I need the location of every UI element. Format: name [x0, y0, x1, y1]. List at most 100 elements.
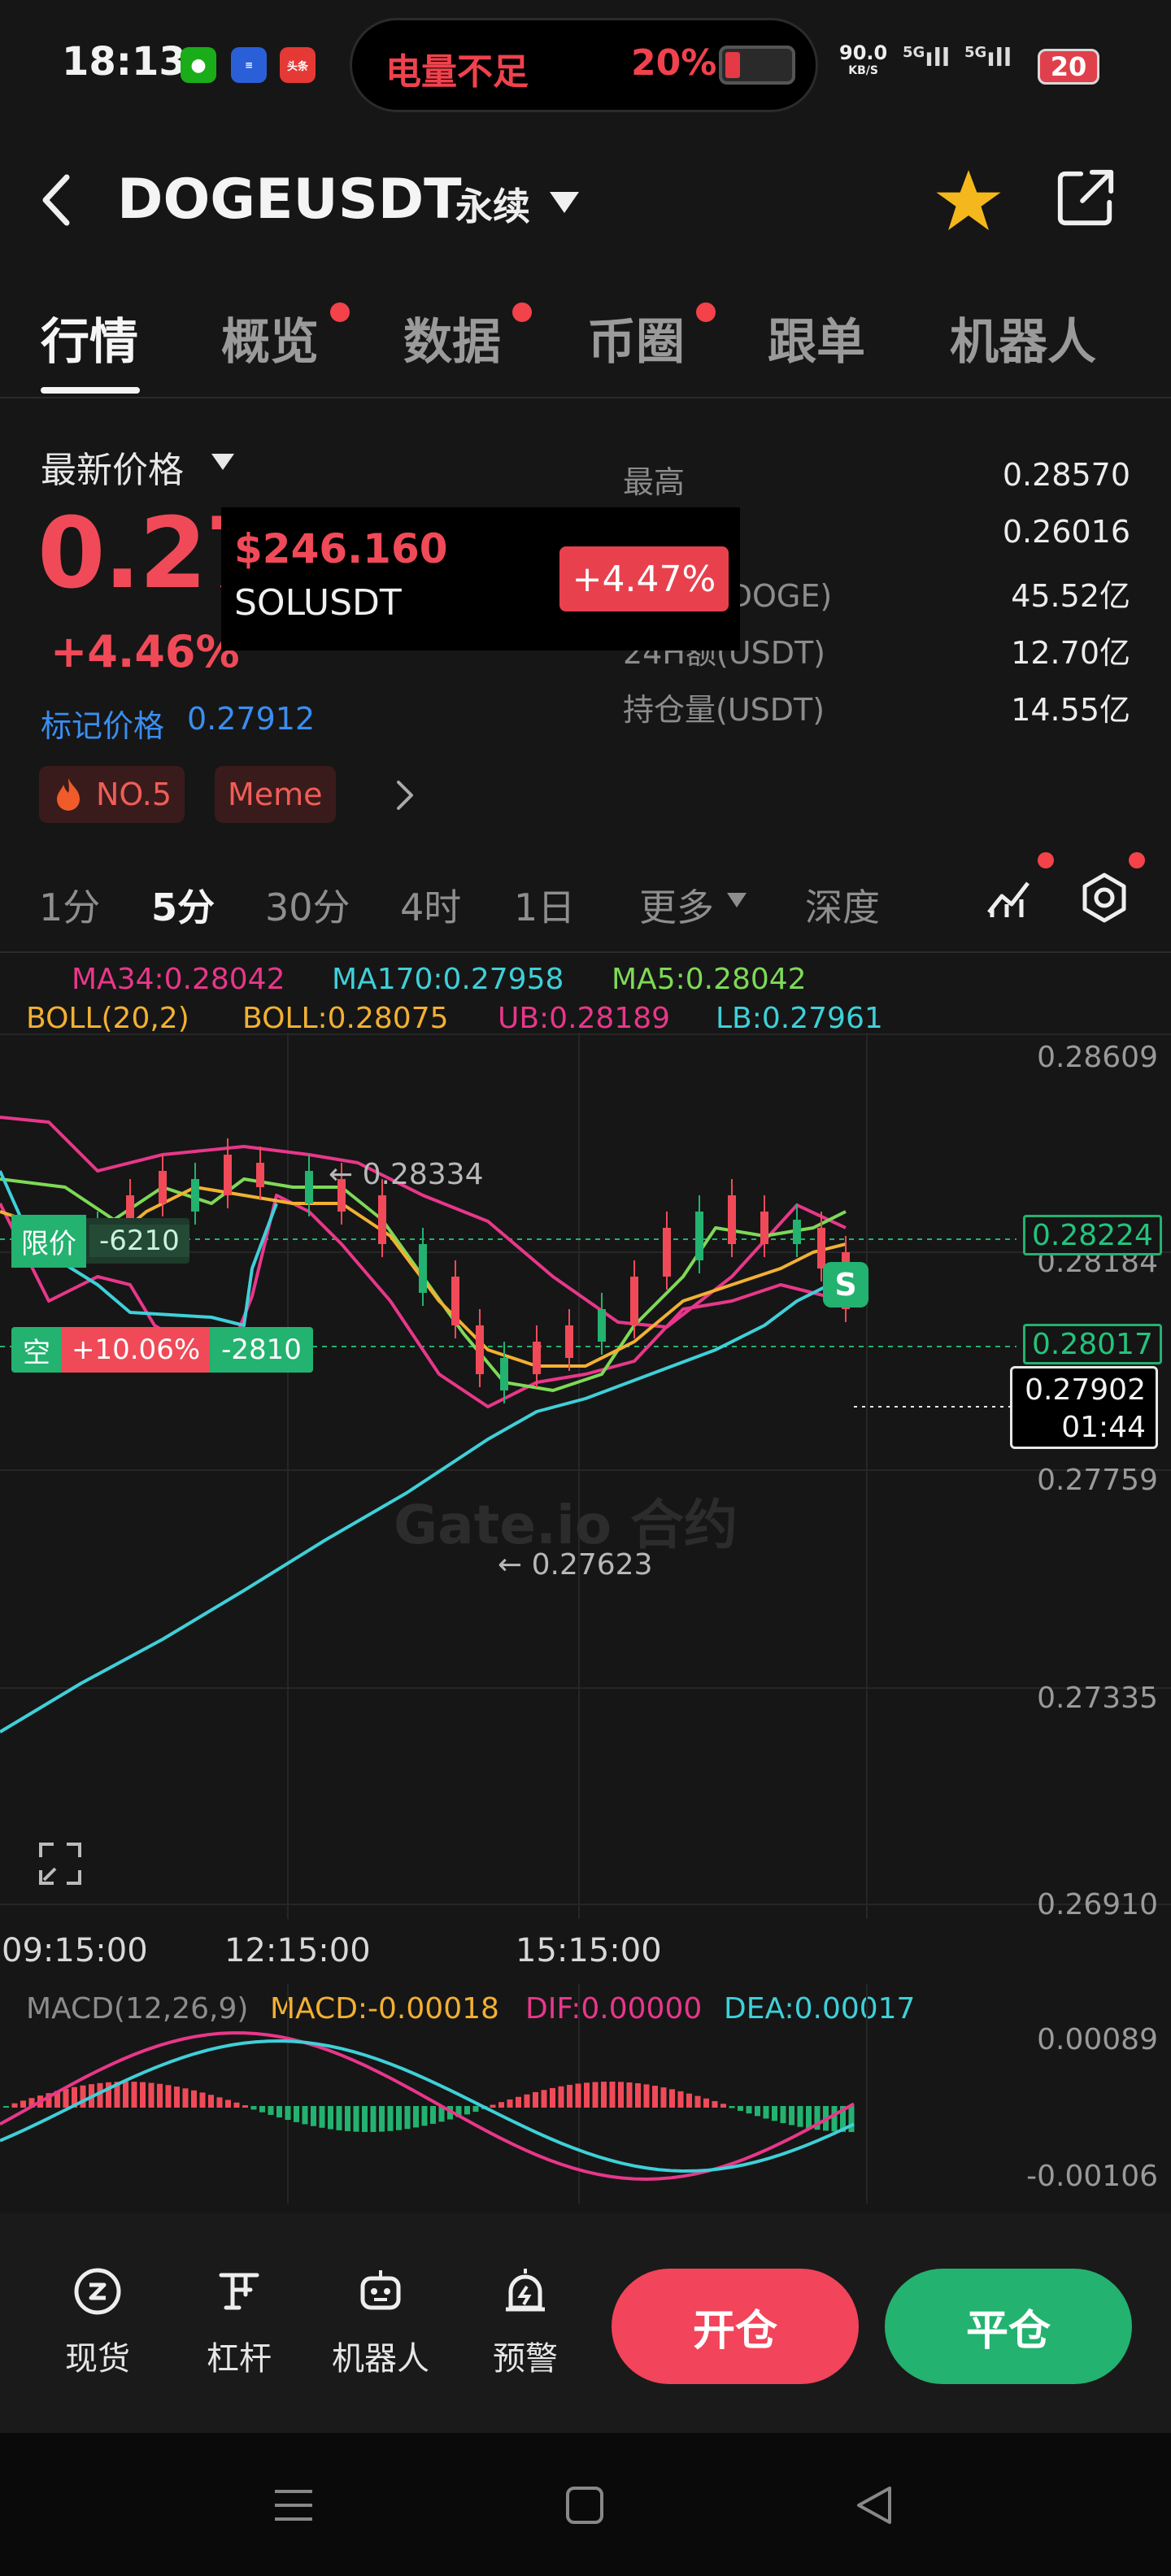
contract-type[interactable]: 永续	[455, 177, 530, 231]
macd-bar-78	[669, 2089, 675, 2108]
macd-bar-46	[396, 2106, 402, 2130]
limit-order-price-tag[interactable]: 0.28224	[1023, 1215, 1162, 1255]
macd-bar-1	[11, 2103, 18, 2108]
macd-bar-39	[336, 2106, 342, 2130]
interval-5m[interactable]: 5分	[151, 878, 215, 932]
macd-bar-76	[652, 2086, 658, 2108]
macd-bar-83	[712, 2100, 718, 2108]
interval-30m[interactable]: 30分	[265, 878, 350, 932]
position-price-tag[interactable]: 0.28017	[1023, 1324, 1162, 1364]
nav-alert[interactable]: 预警	[477, 2265, 574, 2379]
back-nav-icon[interactable]	[852, 2483, 896, 2527]
macd-chart[interactable]	[0, 1984, 1171, 2204]
macd-bar-44	[379, 2106, 385, 2132]
legend-boll-params: BOLL(20,2)	[26, 1002, 189, 1035]
y-tick-1: 0.28609	[1037, 1041, 1158, 1074]
battery-percent: 20%	[631, 42, 717, 84]
macd-bar-93	[797, 2106, 803, 2127]
rank-tag[interactable]: NO.5	[39, 766, 185, 823]
fullscreen-icon[interactable]	[37, 1841, 83, 1886]
macd-bar-82	[703, 2098, 709, 2108]
tab-overview-dot	[330, 302, 350, 322]
macd-bar-31	[268, 2106, 274, 2115]
symbol-title[interactable]: DOGEUSDT	[117, 168, 462, 232]
interval-1m[interactable]: 1分	[39, 878, 100, 932]
interval-4h[interactable]: 4时	[400, 878, 461, 932]
signal-icon-1: 5Gıll	[903, 44, 951, 72]
interval-more[interactable]: 更多	[639, 878, 714, 932]
macd-bar-59	[507, 2099, 513, 2108]
macd-bar-7	[63, 2088, 69, 2108]
stat-high-label: 最高	[623, 464, 686, 500]
macd-bar-81	[694, 2095, 701, 2108]
wechat-icon: ●	[181, 47, 216, 83]
macd-bar-33	[285, 2106, 291, 2121]
stat-volume-value: 45.52亿	[1011, 578, 1130, 614]
price-type-dropdown-icon[interactable]	[211, 454, 234, 470]
tab-bot[interactable]: 机器人	[950, 302, 1096, 373]
nav-spot[interactable]: 现货	[49, 2265, 146, 2379]
tabs-divider	[0, 397, 1171, 398]
tab-data[interactable]: 数据	[403, 302, 501, 373]
macd-bar-92	[789, 2106, 794, 2126]
limit-order-tag[interactable]: 限价 -6210	[11, 1214, 189, 1268]
nav-bot[interactable]: 机器人	[332, 2265, 429, 2379]
macd-bar-74	[635, 2083, 641, 2108]
latest-price-label[interactable]: 最新价格	[41, 441, 184, 493]
close-position-button[interactable]: 平仓	[885, 2269, 1132, 2384]
current-price-label: 0.27902 01:44	[1010, 1366, 1158, 1449]
macd-bar-15	[131, 2082, 137, 2108]
menu-nav-icon[interactable]	[272, 2483, 316, 2527]
tab-market[interactable]: 行情	[41, 302, 138, 373]
tab-copy-trade[interactable]: 跟单	[768, 302, 865, 373]
news-app-icon: ≡	[231, 47, 267, 83]
margin-icon	[219, 2273, 259, 2310]
chevron-right-icon[interactable]	[395, 779, 415, 812]
macd-bar-65	[558, 2086, 564, 2108]
macd-bar-77	[660, 2087, 667, 2108]
macd-bar-28	[242, 2105, 248, 2108]
settings-icon[interactable]	[1078, 872, 1130, 924]
interval-1d[interactable]: 1日	[514, 878, 575, 932]
symbol-dropdown-icon[interactable]	[550, 192, 579, 213]
legend-ub: UB:0.28189	[498, 1002, 671, 1035]
macd-bar-35	[302, 2106, 308, 2125]
macd-bar-89	[763, 2106, 769, 2119]
macd-bar-91	[780, 2106, 786, 2124]
signal-badge[interactable]: S	[823, 1262, 868, 1308]
candlestick-chart[interactable]	[0, 1033, 1171, 1927]
stat-low-value: 0.26016	[1002, 514, 1130, 550]
open-position-button[interactable]: 开仓	[612, 2269, 859, 2384]
watermark: Gate.io 合约	[394, 1494, 738, 1556]
indicator-notify-dot	[1038, 852, 1054, 868]
depth-tab[interactable]: 深度	[805, 878, 880, 932]
back-arrow-icon[interactable]	[39, 172, 72, 228]
macd-bar-16	[140, 2082, 146, 2108]
nav-margin[interactable]: 杠杆	[190, 2265, 288, 2379]
macd-bar-43	[370, 2106, 377, 2132]
macd-bar-58	[498, 2102, 504, 2108]
share-icon[interactable]	[1054, 166, 1117, 229]
favorite-star-icon[interactable]	[934, 166, 1003, 236]
home-nav-icon[interactable]	[563, 2483, 607, 2527]
indicator-icon[interactable]	[984, 872, 1033, 920]
more-dropdown-icon[interactable]	[727, 893, 747, 907]
macd-bar-49	[421, 2106, 428, 2126]
tab-overview[interactable]: 概览	[221, 302, 319, 373]
macd-y-bottom: -0.00106	[1026, 2160, 1158, 2193]
macd-bar-21	[182, 2088, 189, 2108]
short-position-tag[interactable]: 空 +10.06% -2810	[11, 1327, 313, 1373]
macd-bar-2	[20, 2100, 26, 2108]
status-time: 18:13	[62, 39, 186, 85]
stat-open-interest-value: 14.55亿	[1011, 692, 1130, 728]
tab-community[interactable]: 币圈	[587, 302, 685, 373]
macd-bar-34	[294, 2106, 299, 2122]
y-tick-3: 0.27759	[1037, 1464, 1158, 1497]
meme-tag[interactable]: Meme	[215, 766, 336, 823]
legend-ma34: MA34:0.28042	[72, 963, 285, 996]
y-tick-4: 0.27335	[1037, 1682, 1158, 1715]
macd-bar-50	[430, 2106, 436, 2124]
tab-data-dot	[512, 302, 532, 322]
macd-bar-14	[123, 2082, 128, 2108]
macd-bar-18	[157, 2083, 163, 2108]
